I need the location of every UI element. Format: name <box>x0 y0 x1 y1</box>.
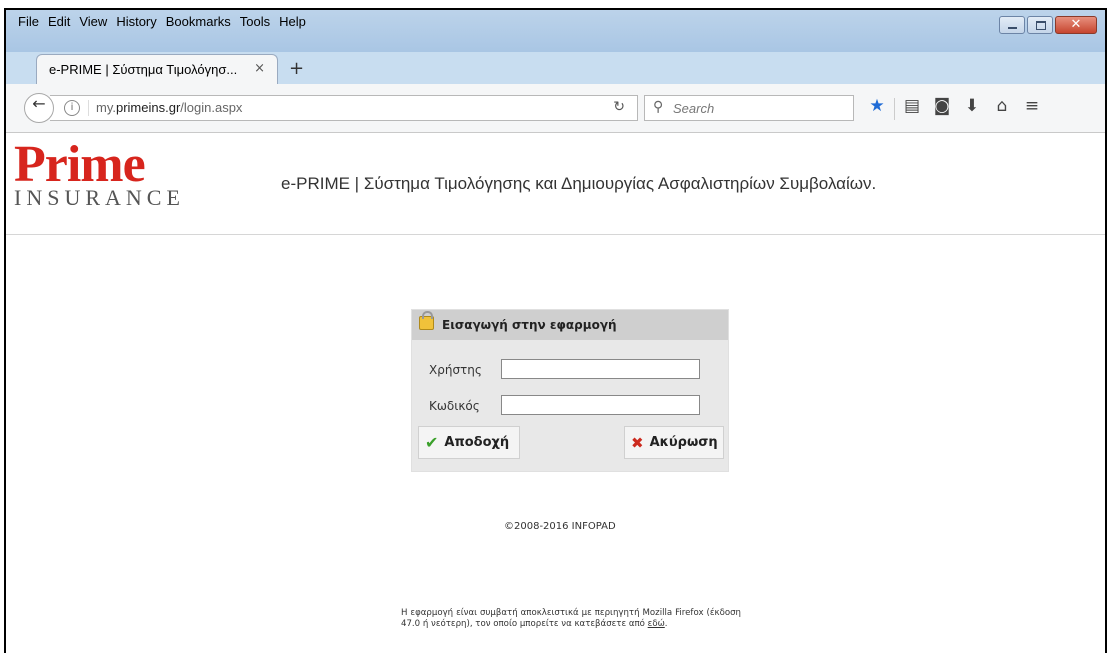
tab-close-icon[interactable]: × <box>254 61 265 76</box>
pocket-icon[interactable]: ◙ <box>927 96 957 122</box>
accept-label: Αποδοχή <box>444 435 510 450</box>
menu-bookmarks[interactable]: Bookmarks <box>166 14 231 29</box>
url-domain: primeins.gr <box>115 100 181 115</box>
site-info-icon[interactable]: i <box>64 100 80 116</box>
cancel-button[interactable]: ✖ Ακύρωση <box>624 426 724 459</box>
menu-view[interactable]: View <box>79 14 107 29</box>
search-placeholder: Search <box>673 101 715 116</box>
logo-word: Prime <box>14 136 146 193</box>
toolbar-divider <box>894 98 895 120</box>
site-title: e-PRIME | Σύστημα Τιμολόγησης και Δημιου… <box>281 174 877 193</box>
password-label: Κωδικός <box>429 399 480 413</box>
copyright-text: ©2008-2016 INFOPAD <box>504 521 616 532</box>
search-icon: ⚲ <box>653 99 664 115</box>
page-content: Prime INSURANCE e-PRIME | Σύστημα Τιμολό… <box>6 133 1105 653</box>
login-title: Εισαγωγή στην εφαρμογή <box>442 318 617 332</box>
reload-icon[interactable]: ↻ <box>613 99 625 115</box>
menu-icon[interactable]: ≡ <box>1017 96 1047 122</box>
download-icon[interactable]: ⬇ <box>957 96 987 122</box>
username-input[interactable] <box>501 359 700 379</box>
title-bar: File Edit View History Bookmarks Tools H… <box>6 10 1105 52</box>
logo-subtitle: INSURANCE <box>14 185 185 210</box>
cross-icon: ✖ <box>631 433 644 452</box>
menu-file[interactable]: File <box>18 14 39 29</box>
url-separator <box>88 100 89 116</box>
url-bar[interactable]: i my.primeins.gr/login.aspx ↻ <box>50 95 638 121</box>
check-icon: ✔ <box>425 433 439 452</box>
header-divider <box>6 234 1105 235</box>
compatibility-notice: Η εφαρμογή είναι συμβατή αποκλειστικά με… <box>401 608 741 629</box>
cancel-label: Ακύρωση <box>649 435 718 450</box>
download-link[interactable]: εδώ <box>648 619 665 629</box>
menu-help[interactable]: Help <box>279 14 306 29</box>
login-panel: Εισαγωγή στην εφαρμογή Χρήστης Κωδικός ✔… <box>411 309 729 472</box>
star-icon[interactable]: ★ <box>862 96 892 122</box>
tab-title: e-PRIME | Σύστημα Τιμολόγησ... <box>49 62 238 77</box>
reading-list-icon[interactable]: ▤ <box>897 96 927 122</box>
lock-icon <box>419 311 434 330</box>
navigation-bar: i my.primeins.gr/login.aspx ↻ ← ⚲ Search… <box>6 84 1105 133</box>
minimize-button[interactable] <box>999 16 1025 34</box>
close-window-button[interactable]: ✕ <box>1055 16 1097 34</box>
window-controls: ✕ <box>999 16 1097 34</box>
menu-edit[interactable]: Edit <box>48 14 70 29</box>
screenshot-frame: File Edit View History Bookmarks Tools H… <box>0 0 1111 653</box>
toolbar-icons: ★ ▤ ◙ ⬇ ⌂ ≡ <box>862 96 1047 122</box>
accept-button[interactable]: ✔ Αποδοχή <box>418 426 520 459</box>
menu-bar: File Edit View History Bookmarks Tools H… <box>18 14 306 29</box>
search-box[interactable]: ⚲ Search <box>644 95 854 121</box>
maximize-button[interactable] <box>1027 16 1053 34</box>
back-button[interactable]: ← <box>24 93 54 123</box>
prime-logo: Prime INSURANCE <box>14 139 185 211</box>
tab-active[interactable]: e-PRIME | Σύστημα Τιμολόγησ... × <box>36 54 278 84</box>
username-label: Χρήστης <box>429 363 482 377</box>
new-tab-button[interactable]: + <box>289 58 304 79</box>
url-text: my.primeins.gr/login.aspx <box>96 100 243 115</box>
home-icon[interactable]: ⌂ <box>987 96 1017 122</box>
login-header: Εισαγωγή στην εφαρμογή <box>412 310 728 340</box>
browser-window: File Edit View History Bookmarks Tools H… <box>4 8 1107 653</box>
password-input[interactable] <box>501 395 700 415</box>
menu-tools[interactable]: Tools <box>240 14 270 29</box>
menu-history[interactable]: History <box>116 14 156 29</box>
